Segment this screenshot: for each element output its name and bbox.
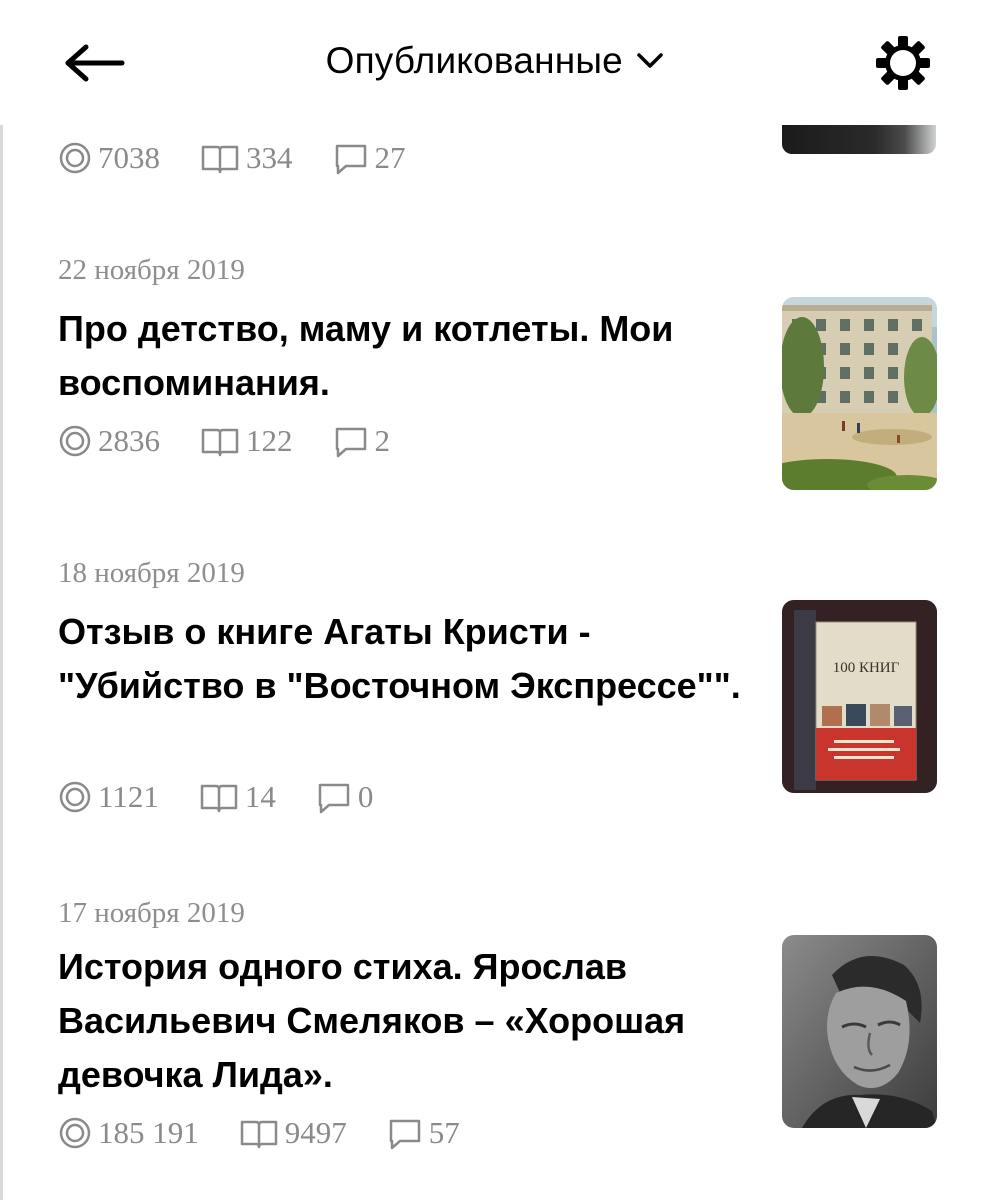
article-thumbnail: 100 КНИГ (782, 600, 937, 793)
article-date: 18 ноября 2019 (58, 557, 245, 589)
article-stats: 185 191 9497 57 (58, 1113, 500, 1153)
chevron-down-icon (637, 53, 664, 68)
views-stat: 2836 (58, 423, 160, 459)
article-thumbnail-partial[interactable] (782, 122, 936, 154)
comments-count: 2 (374, 423, 391, 458)
article-thumbnail (782, 297, 937, 490)
comments-stat: 0 (316, 779, 374, 815)
book-cover-text: 100 КНИГ (833, 660, 900, 676)
reads-stat: 9497 (239, 1115, 347, 1151)
page-title: Опубликованные (325, 40, 623, 81)
views-count: 2836 (98, 423, 160, 458)
book-cover-photo: 100 КНИГ (782, 600, 937, 793)
comments-stat: 2 (333, 423, 391, 459)
article-stats: 2836 122 2 (58, 421, 430, 461)
book-icon (200, 784, 238, 813)
article-title: Про детство, маму и котлеты. Мои воспоми… (58, 308, 674, 403)
comment-icon (335, 427, 366, 458)
building-photo (782, 297, 937, 490)
views-count: 7038 (98, 140, 160, 175)
reads-count: 334 (246, 140, 293, 175)
comments-count: 57 (428, 1115, 460, 1150)
comments-count: 0 (357, 779, 374, 814)
reads-stat: 14 (199, 779, 276, 815)
eye-icon (59, 425, 91, 457)
article-card[interactable]: 17 ноября 2019 История одного стиха. Яро… (0, 893, 991, 1193)
views-count: 1121 (98, 779, 159, 814)
views-stat: 7038 (58, 140, 160, 176)
views-stat: 1121 (58, 779, 159, 815)
article-card[interactable]: 22 ноября 2019 Про детство, маму и котле… (0, 250, 991, 500)
reads-count: 9497 (284, 1115, 347, 1150)
article-title: История одного стиха. Ярослав Васильевич… (58, 946, 686, 1095)
comments-stat: 27 (333, 140, 406, 176)
book-icon (201, 428, 239, 457)
article-date: 22 ноября 2019 (58, 254, 245, 286)
reads-stat: 334 (200, 140, 293, 176)
views-stat: 185 191 (58, 1115, 199, 1151)
article-stats: 1121 14 0 (58, 777, 413, 817)
eye-icon (59, 142, 91, 174)
book-icon (201, 145, 239, 174)
portrait-photo (782, 935, 937, 1128)
comment-icon (335, 144, 366, 175)
article-title: Отзыв о книге Агаты Кристи - "Убийство в… (58, 611, 741, 706)
views-count: 185 191 (98, 1115, 199, 1150)
gear-icon (876, 36, 930, 90)
comment-icon (318, 783, 350, 814)
book-icon (240, 1120, 277, 1149)
comments-stat: 57 (387, 1115, 460, 1151)
reads-count: 122 (246, 423, 293, 458)
eye-icon (59, 781, 91, 813)
partial-item-stats: 7038 334 27 (58, 138, 446, 178)
comments-count: 27 (374, 140, 406, 175)
reads-count: 14 (244, 779, 276, 814)
article-card[interactable]: 18 ноября 2019 Отзыв о книге Агаты Крист… (0, 553, 991, 853)
reads-stat: 122 (200, 423, 293, 459)
comment-icon (389, 1119, 420, 1150)
article-thumbnail (782, 935, 937, 1128)
publication-filter-dropdown[interactable]: Опубликованные (0, 40, 991, 82)
eye-icon (59, 1117, 91, 1149)
article-date: 17 ноября 2019 (58, 897, 245, 929)
top-bar: Опубликованные (0, 0, 991, 125)
settings-button[interactable] (870, 30, 936, 96)
